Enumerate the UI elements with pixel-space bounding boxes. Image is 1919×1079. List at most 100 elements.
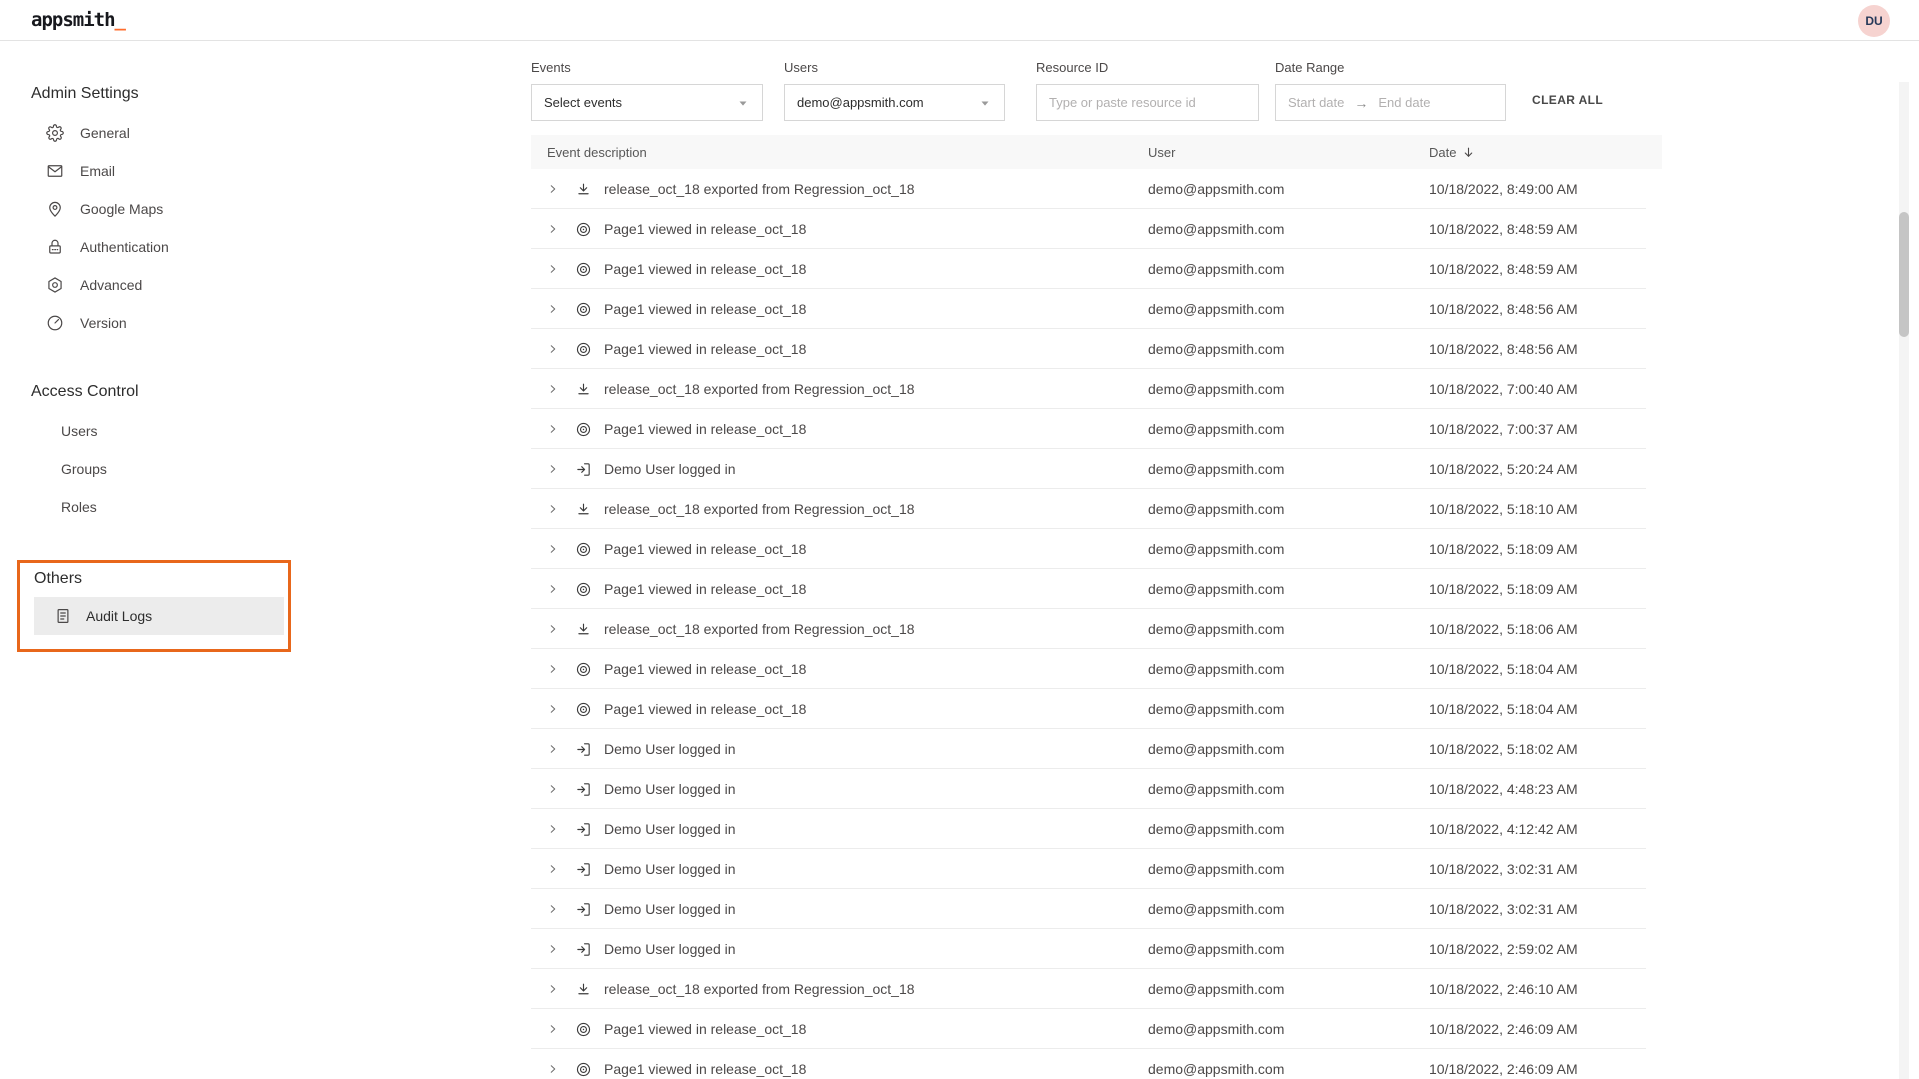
- event-description-text: Demo User logged in: [604, 901, 736, 917]
- table-row[interactable]: Demo User logged indemo@appsmith.com10/1…: [531, 449, 1662, 489]
- avatar[interactable]: DU: [1858, 5, 1890, 37]
- table-row[interactable]: Page1 viewed in release_oct_18demo@appsm…: [531, 1049, 1662, 1079]
- date-range-filter: Date Range Start date → End date: [1275, 60, 1506, 121]
- sidebar-item-groups[interactable]: Groups: [31, 450, 281, 488]
- table-row[interactable]: Page1 viewed in release_oct_18demo@appsm…: [531, 209, 1662, 249]
- table-row[interactable]: Demo User logged indemo@appsmith.com10/1…: [531, 849, 1662, 889]
- chevron-right-icon[interactable]: [547, 983, 559, 995]
- user-cell: demo@appsmith.com: [1148, 221, 1429, 237]
- table-row[interactable]: release_oct_18 exported from Regression_…: [531, 969, 1662, 1009]
- audit-logs-icon: [54, 607, 72, 625]
- table-row[interactable]: Page1 viewed in release_oct_18demo@appsm…: [531, 649, 1662, 689]
- user-cell: demo@appsmith.com: [1148, 461, 1429, 477]
- chevron-right-icon[interactable]: [547, 303, 559, 315]
- scrollbar-thumb[interactable]: [1899, 212, 1909, 337]
- date-cell: 10/18/2022, 2:46:09 AM: [1429, 1021, 1662, 1037]
- table-row[interactable]: Demo User logged indemo@appsmith.com10/1…: [531, 889, 1662, 929]
- events-select[interactable]: Select events: [531, 84, 763, 121]
- users-select[interactable]: demo@appsmith.com: [784, 84, 1005, 121]
- page-view-icon: [575, 341, 592, 358]
- chevron-right-icon[interactable]: [547, 583, 559, 595]
- column-header-user: User: [1148, 145, 1429, 160]
- sort-descending-icon[interactable]: [1462, 146, 1475, 159]
- table-row[interactable]: Page1 viewed in release_oct_18demo@appsm…: [531, 529, 1662, 569]
- sidebar-item-email[interactable]: Email: [31, 152, 281, 190]
- chevron-right-icon[interactable]: [547, 943, 559, 955]
- chevron-right-icon[interactable]: [547, 183, 559, 195]
- date-cell: 10/18/2022, 5:20:24 AM: [1429, 461, 1662, 477]
- end-date-placeholder: End date: [1378, 95, 1430, 110]
- chevron-right-icon[interactable]: [547, 223, 559, 235]
- download-icon: [575, 981, 592, 998]
- date-range-input[interactable]: Start date → End date: [1275, 84, 1506, 121]
- event-description-cell: Demo User logged in: [531, 941, 1148, 958]
- table-row[interactable]: release_oct_18 exported from Regression_…: [531, 489, 1662, 529]
- scrollbar-track[interactable]: [1899, 82, 1909, 1079]
- column-header-date[interactable]: Date: [1429, 145, 1662, 160]
- table-row[interactable]: Demo User logged indemo@appsmith.com10/1…: [531, 809, 1662, 849]
- sidebar-section-access-control: Access ControlUsersGroupsRoles: [31, 383, 500, 526]
- resource-id-input[interactable]: Type or paste resource id: [1036, 84, 1259, 121]
- table-row[interactable]: release_oct_18 exported from Regression_…: [531, 169, 1662, 209]
- sidebar-item-general[interactable]: General: [31, 114, 281, 152]
- chevron-right-icon[interactable]: [547, 343, 559, 355]
- resource-id-filter: Resource ID Type or paste resource id: [1036, 60, 1259, 121]
- main-content: Events Select events Users demo@appsmith…: [531, 41, 1909, 1079]
- event-description-text: Demo User logged in: [604, 741, 736, 757]
- download-icon: [575, 621, 592, 638]
- chevron-right-icon[interactable]: [547, 1063, 559, 1075]
- sidebar-item-advanced[interactable]: Advanced: [31, 266, 281, 304]
- sidebar-item-google-maps[interactable]: Google Maps: [31, 190, 281, 228]
- page-view-icon: [575, 1061, 592, 1078]
- advanced-icon: [46, 276, 64, 294]
- chevron-right-icon[interactable]: [547, 263, 559, 275]
- sidebar-item-audit-logs[interactable]: Audit Logs: [34, 597, 284, 635]
- table-body: release_oct_18 exported from Regression_…: [531, 169, 1662, 1079]
- table-row[interactable]: release_oct_18 exported from Regression_…: [531, 369, 1662, 409]
- event-description-text: Page1 viewed in release_oct_18: [604, 421, 806, 437]
- chevron-right-icon[interactable]: [547, 543, 559, 555]
- chevron-right-icon[interactable]: [547, 823, 559, 835]
- table-row[interactable]: Page1 viewed in release_oct_18demo@appsm…: [531, 329, 1662, 369]
- sidebar-item-version[interactable]: Version: [31, 304, 281, 342]
- audit-logs-table: Event description User Date release_oct_…: [531, 135, 1662, 1079]
- table-row[interactable]: Demo User logged indemo@appsmith.com10/1…: [531, 729, 1662, 769]
- chevron-right-icon[interactable]: [547, 623, 559, 635]
- chevron-right-icon[interactable]: [547, 783, 559, 795]
- chevron-right-icon[interactable]: [547, 1023, 559, 1035]
- table-row[interactable]: Page1 viewed in release_oct_18demo@appsm…: [531, 249, 1662, 289]
- event-description-cell: release_oct_18 exported from Regression_…: [531, 621, 1148, 638]
- chevron-right-icon[interactable]: [547, 903, 559, 915]
- page-view-icon: [575, 221, 592, 238]
- sidebar-item-users[interactable]: Users: [31, 412, 281, 450]
- chevron-right-icon[interactable]: [547, 423, 559, 435]
- date-cell: 10/18/2022, 5:18:02 AM: [1429, 741, 1662, 757]
- date-cell: 10/18/2022, 8:48:56 AM: [1429, 341, 1662, 357]
- table-row[interactable]: Page1 viewed in release_oct_18demo@appsm…: [531, 1009, 1662, 1049]
- chevron-right-icon[interactable]: [547, 463, 559, 475]
- user-cell: demo@appsmith.com: [1148, 381, 1429, 397]
- table-row[interactable]: Demo User logged indemo@appsmith.com10/1…: [531, 769, 1662, 809]
- table-row[interactable]: release_oct_18 exported from Regression_…: [531, 609, 1662, 649]
- event-description-cell: Page1 viewed in release_oct_18: [531, 1021, 1148, 1038]
- chevron-right-icon[interactable]: [547, 383, 559, 395]
- table-row[interactable]: Page1 viewed in release_oct_18demo@appsm…: [531, 409, 1662, 449]
- user-cell: demo@appsmith.com: [1148, 861, 1429, 877]
- table-row[interactable]: Page1 viewed in release_oct_18demo@appsm…: [531, 569, 1662, 609]
- table-row[interactable]: Page1 viewed in release_oct_18demo@appsm…: [531, 689, 1662, 729]
- chevron-right-icon[interactable]: [547, 743, 559, 755]
- appsmith-logo[interactable]: appsmith_: [31, 9, 125, 31]
- table-row[interactable]: Page1 viewed in release_oct_18demo@appsm…: [531, 289, 1662, 329]
- chevron-right-icon[interactable]: [547, 703, 559, 715]
- chevron-right-icon[interactable]: [547, 663, 559, 675]
- clear-all-button[interactable]: CLEAR ALL: [1532, 93, 1603, 107]
- sidebar-item-roles[interactable]: Roles: [31, 488, 281, 526]
- event-description-text: release_oct_18 exported from Regression_…: [604, 381, 915, 397]
- chevron-right-icon[interactable]: [547, 503, 559, 515]
- chevron-right-icon[interactable]: [547, 863, 559, 875]
- user-cell: demo@appsmith.com: [1148, 981, 1429, 997]
- login-icon: [575, 821, 592, 838]
- sidebar-item-authentication[interactable]: Authentication: [31, 228, 281, 266]
- table-row[interactable]: Demo User logged indemo@appsmith.com10/1…: [531, 929, 1662, 969]
- page-view-icon: [575, 301, 592, 318]
